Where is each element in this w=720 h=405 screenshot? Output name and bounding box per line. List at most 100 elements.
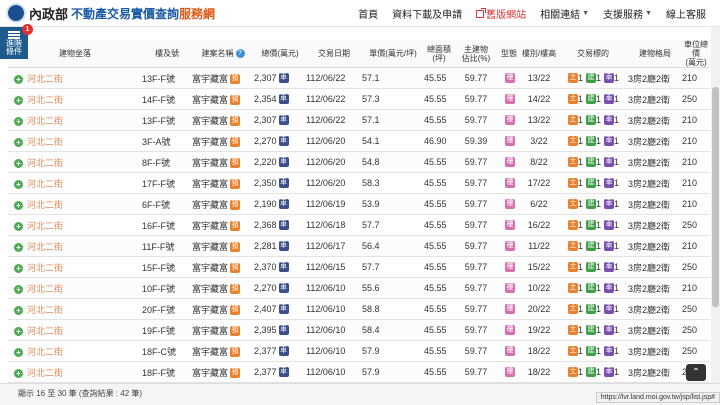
nav-download-label: 資料下載及申請: [392, 10, 463, 21]
column-header[interactable]: 樓及號: [142, 40, 192, 68]
expand-row-icon[interactable]: +: [14, 305, 23, 315]
table-row[interactable]: + 河北二街 15F-F號 富宇藏富預 2,370 車 112/06/15 57.7 45.55…: [8, 256, 710, 278]
table-row[interactable]: + 河北二街 6F-F號 富宇藏富預 2,190 車 112/06/19 53.9 45.55 5…: [8, 193, 710, 215]
scrollbar-track[interactable]: [711, 27, 720, 383]
top-header: 內政部 不動產交易實價查詢服務網 首頁 資料下載及申請 舊版網站 相關連結 ▼ 支…: [0, 0, 720, 27]
column-header[interactable]: 總價(萬元): [254, 40, 306, 68]
cell-address: + 河北二街: [8, 235, 142, 257]
building-type-icon: 樓: [505, 220, 515, 231]
column-header[interactable]: 建物坐落: [8, 40, 142, 68]
scrollbar-thumb[interactable]: [712, 87, 719, 307]
transaction-count: 1: [577, 156, 583, 167]
address-text[interactable]: 河北二街: [27, 179, 63, 189]
table-row[interactable]: + 河北二街 11F-F號 富宇藏富預 2,281 車 112/06/17 56.4 45.55…: [8, 235, 710, 257]
table-row[interactable]: + 河北二街 3F-A號 富宇藏富預 2,270 車 112/06/20 54.1 46.90 5…: [8, 130, 710, 152]
expand-row-icon[interactable]: +: [14, 368, 23, 378]
column-header[interactable]: 總面積 (坪): [424, 40, 454, 68]
nav-links[interactable]: 相關連結 ▼: [540, 6, 589, 21]
column-header[interactable]: 型態: [498, 40, 520, 68]
address-text[interactable]: 河北二街: [27, 347, 63, 357]
cell-layout: 3房2廳2衛: [628, 193, 682, 215]
table-row[interactable]: + 河北二街 20F-F號 富宇藏富預 2,407 車 112/06/10 58.8 45.55…: [8, 298, 710, 320]
expand-row-icon[interactable]: +: [14, 326, 23, 336]
table-row[interactable]: + 河北二街 18F-F號 富宇藏富預 2,377 車 112/06/10 57.9 45.55…: [8, 361, 710, 383]
column-header[interactable]: 車位總價 (萬元): [682, 40, 710, 68]
address-text[interactable]: 河北二街: [27, 221, 63, 231]
table-row[interactable]: + 河北二街 17F-F號 富宇藏富預 2,350 車 112/06/20 58.3 45.55…: [8, 172, 710, 194]
table-row[interactable]: + 河北二街 19F-F號 富宇藏富預 2,395 車 112/06/10 58.4 45.55…: [8, 319, 710, 341]
expand-row-icon[interactable]: +: [14, 74, 23, 84]
table-row[interactable]: + 河北二街 16F-F號 富宇藏富預 2,368 車 112/06/18 57.7 45.55…: [8, 214, 710, 236]
nav-home[interactable]: 首頁: [358, 6, 378, 21]
cell-ratio: 59.77: [454, 109, 498, 131]
project-name: 富宇藏富: [192, 94, 229, 105]
building-type-icon: 樓: [505, 283, 515, 294]
building-type-icon: 樓: [505, 262, 515, 273]
column-header[interactable]: 交易標的: [558, 40, 628, 68]
parking-icon: 車: [604, 178, 614, 189]
cell-type: 樓: [498, 130, 520, 152]
cell-unit-price: 57.7: [362, 256, 424, 278]
address-text[interactable]: 河北二街: [27, 326, 63, 336]
address-text[interactable]: 河北二街: [27, 242, 63, 252]
nav-download[interactable]: 資料下載及申請: [392, 6, 462, 21]
column-header[interactable]: 單價(萬元/坪): [362, 40, 424, 68]
help-icon[interactable]: ?: [235, 49, 245, 59]
presale-tag-icon: 預: [230, 95, 241, 106]
transaction-count: 1: [614, 261, 620, 272]
address-text[interactable]: 河北二街: [27, 368, 63, 378]
address-text[interactable]: 河北二街: [27, 137, 63, 147]
column-header[interactable]: 建物格局: [628, 40, 682, 68]
address-text[interactable]: 河北二街: [27, 284, 63, 294]
address-text[interactable]: 河北二街: [27, 263, 63, 273]
site-logo[interactable]: 內政部 不動產交易實價查詢服務網: [6, 3, 215, 23]
expand-row-icon[interactable]: +: [14, 200, 23, 210]
expand-row-icon[interactable]: +: [14, 179, 23, 189]
cell-layout: 3房2廳2衛: [628, 277, 682, 299]
address-text[interactable]: 河北二街: [27, 158, 63, 168]
nav-links-label: 相關連結: [540, 10, 581, 21]
address-text[interactable]: 河北二街: [27, 305, 63, 315]
address-text[interactable]: 河北二街: [27, 116, 63, 126]
expand-row-icon[interactable]: +: [14, 242, 23, 252]
cell-level: 13/22: [520, 67, 558, 89]
expand-row-icon[interactable]: +: [14, 284, 23, 294]
cell-ratio: 59.77: [454, 340, 498, 362]
table-row[interactable]: + 河北二街 14F-F號 富宇藏富預 2,354 車 112/06/22 57.3 45.55…: [8, 88, 710, 110]
nav-online-service[interactable]: 線上客服: [666, 6, 706, 21]
table-row[interactable]: + 河北二街 13F-F號 富宇藏富預 2,307 車 112/06/22 57.1 45.55…: [8, 109, 710, 131]
expand-row-icon[interactable]: +: [14, 116, 23, 126]
expand-row-icon[interactable]: +: [14, 95, 23, 105]
expand-row-icon[interactable]: +: [14, 347, 23, 357]
cell-parking-price: 210: [682, 67, 710, 89]
filter-label-line2: 條件: [6, 46, 22, 56]
results-table: 建物坐落 樓及號 建案名稱? 總價(萬元) 交易日期 單價(萬元/坪) 總面積 (坪) 主建物佔…: [8, 40, 710, 383]
nav-support[interactable]: 支援服務 ▼: [603, 6, 652, 21]
column-header[interactable]: 樓別/樓高: [520, 40, 558, 68]
expand-row-icon[interactable]: +: [14, 221, 23, 231]
table-row[interactable]: + 河北二街 10F-F號 富宇藏富預 2,270 車 112/06/10 55.6 45.55…: [8, 277, 710, 299]
column-header[interactable]: 建案名稱?: [192, 40, 254, 68]
expand-row-icon[interactable]: +: [14, 137, 23, 147]
building-icon: 建: [585, 220, 596, 231]
back-to-top-button[interactable]: ⌃: [686, 364, 706, 381]
building-type-icon: 樓: [505, 115, 515, 126]
column-header[interactable]: 主建物 佔比(%): [454, 40, 498, 68]
table-row[interactable]: + 河北二街 13F-F號 富宇藏富預 2,307 車 112/06/22 57.1 45.55…: [8, 67, 710, 89]
building-type-icon: 樓: [505, 157, 515, 168]
expand-row-icon[interactable]: +: [14, 263, 23, 273]
cell-type: 樓: [498, 361, 520, 383]
column-header[interactable]: 交易日期: [306, 40, 362, 68]
expand-row-icon[interactable]: +: [14, 158, 23, 168]
address-text[interactable]: 河北二街: [27, 200, 63, 210]
transaction-count: 1: [577, 135, 583, 146]
table-row[interactable]: + 河北二街 18F-C號 富宇藏富預 2,377 車 112/06/10 57.9 45.55…: [8, 340, 710, 362]
address-text[interactable]: 河北二街: [27, 95, 63, 105]
transaction-count: 1: [595, 177, 601, 188]
cell-unit-price: 53.9: [362, 193, 424, 215]
table-row[interactable]: + 河北二街 8F-F號 富宇藏富預 2,220 車 112/06/20 54.8 45.55 5…: [8, 151, 710, 173]
address-text[interactable]: 河北二街: [27, 74, 63, 84]
nav-old-site[interactable]: 舊版網站: [476, 6, 526, 21]
cell-address: + 河北二街: [8, 88, 142, 110]
presale-tag-icon: 預: [230, 284, 241, 295]
